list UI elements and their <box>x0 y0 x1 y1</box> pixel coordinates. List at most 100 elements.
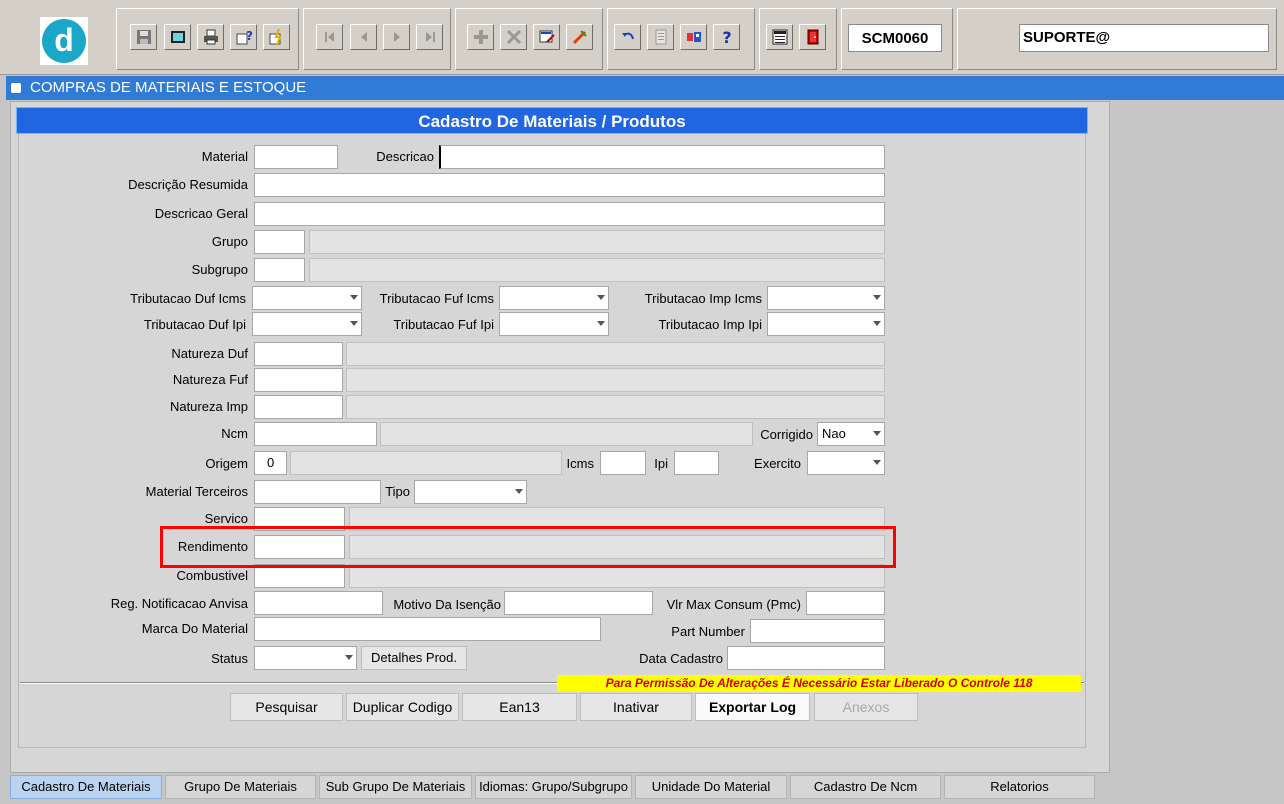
natureza-fuf-input[interactable] <box>254 368 343 392</box>
tipo-select[interactable] <box>414 480 527 504</box>
trib-imp-icms-select[interactable] <box>767 286 885 310</box>
delete-record-icon <box>506 29 521 45</box>
origem-input[interactable]: 0 <box>254 451 287 475</box>
exportar-log-button[interactable]: Exportar Log <box>695 693 810 721</box>
menu-button[interactable] <box>766 24 793 50</box>
trib-fuf-icms-select[interactable] <box>499 286 609 310</box>
trib-fuf-ipi-label: Tributacao Fuf Ipi <box>393 317 494 332</box>
anexos-button[interactable]: Anexos <box>814 693 918 721</box>
next-record-button[interactable] <box>383 24 410 50</box>
trib-imp-icms-label: Tributacao Imp Icms <box>644 291 762 306</box>
print-icon <box>203 29 218 45</box>
detalhes-prod-button[interactable]: Detalhes Prod. <box>361 646 467 670</box>
data-cadastro-label: Data Cadastro <box>639 651 723 666</box>
chevron-down-icon <box>515 489 523 494</box>
trib-fuf-icms-label: Tributacao Fuf Icms <box>379 291 494 306</box>
grupo-input[interactable] <box>254 230 305 254</box>
trib-duf-ipi-select[interactable] <box>252 312 362 336</box>
print-button[interactable] <box>197 24 224 50</box>
material-terceiros-input[interactable] <box>254 480 381 504</box>
descricao-geral-input[interactable] <box>254 202 885 226</box>
data-cadastro-input[interactable] <box>727 646 885 670</box>
execute-query-button[interactable] <box>263 24 290 50</box>
tab-sub-grupo-materiais[interactable]: Sub Grupo De Materiais <box>319 775 472 799</box>
corrigido-select[interactable]: Nao <box>817 422 885 446</box>
duplicar-codigo-button[interactable]: Duplicar Codigo <box>346 693 459 721</box>
list-values-button[interactable] <box>647 24 674 50</box>
trib-duf-icms-select[interactable] <box>252 286 362 310</box>
chevron-down-icon <box>873 295 881 300</box>
delete-record-button[interactable] <box>500 24 527 50</box>
clear-record-button[interactable] <box>566 24 593 50</box>
trib-fuf-ipi-select[interactable] <box>499 312 609 336</box>
undo-icon <box>621 32 634 40</box>
material-input[interactable] <box>254 145 338 169</box>
exit-button[interactable] <box>799 24 826 50</box>
corrigido-label: Corrigido <box>760 427 813 442</box>
motivo-isencao-input[interactable] <box>504 591 653 615</box>
ipi-label: Ipi <box>654 456 668 471</box>
ean13-button[interactable]: Ean13 <box>462 693 577 721</box>
marca-input[interactable] <box>254 617 601 641</box>
pesquisar-button[interactable]: Pesquisar <box>230 693 343 721</box>
grupo-description <box>309 230 885 254</box>
inativar-button[interactable]: Inativar <box>580 693 692 721</box>
subgrupo-description <box>309 258 885 282</box>
insert-record-button[interactable] <box>467 24 494 50</box>
keys-button[interactable] <box>680 24 707 50</box>
module-bar: COMPRAS DE MATERIAIS E ESTOQUE <box>6 76 1284 100</box>
natureza-fuf-label: Natureza Fuf <box>172 372 248 387</box>
exercito-label: Exercito <box>754 456 801 471</box>
material-label: Material <box>201 149 248 164</box>
window-restore-icon[interactable] <box>11 83 21 93</box>
natureza-fuf-description <box>346 368 885 392</box>
trib-duf-ipi-label: Tributacao Duf Ipi <box>143 317 246 332</box>
status-select[interactable] <box>254 646 357 670</box>
trib-duf-icms-label: Tributacao Duf Icms <box>130 291 246 306</box>
icms-label: Icms <box>566 456 594 471</box>
ncm-input[interactable] <box>254 422 377 446</box>
save-button[interactable] <box>130 24 157 50</box>
tab-cadastro-materiais[interactable]: Cadastro De Materiais <box>10 775 162 799</box>
chevron-down-icon <box>597 321 605 326</box>
natureza-imp-label: Natureza Imp <box>169 399 248 414</box>
icms-input[interactable] <box>600 451 646 475</box>
grupo-label: Grupo <box>211 234 248 249</box>
previous-record-button[interactable] <box>350 24 377 50</box>
part-number-input[interactable] <box>750 619 885 643</box>
tab-idiomas[interactable]: Idiomas: Grupo/Subgrupo <box>475 775 632 799</box>
ipi-input[interactable] <box>674 451 719 475</box>
first-record-button[interactable] <box>316 24 343 50</box>
marca-label: Marca Do Material <box>141 621 248 636</box>
subgrupo-label: Subgrupo <box>191 262 248 277</box>
exercito-select[interactable] <box>807 451 885 475</box>
chevron-down-icon <box>350 295 358 300</box>
vlr-max-input[interactable] <box>806 591 885 615</box>
query-button[interactable]: ? <box>230 24 257 50</box>
combustivel-label: Combustivel <box>176 568 248 583</box>
chevron-down-icon <box>597 295 605 300</box>
tab-relatorios[interactable]: Relatorios <box>944 775 1095 799</box>
user-field[interactable]: SUPORTE@ <box>1019 24 1269 52</box>
descricao-input[interactable] <box>439 145 885 169</box>
natureza-imp-input[interactable] <box>254 395 343 419</box>
tab-grupo-materiais[interactable]: Grupo De Materiais <box>165 775 316 799</box>
tab-unidade-material[interactable]: Unidade Do Material <box>635 775 787 799</box>
svg-text:d: d <box>54 22 74 58</box>
descricao-resumida-input[interactable] <box>254 173 885 197</box>
tab-cadastro-ncm[interactable]: Cadastro De Ncm <box>790 775 941 799</box>
window-button[interactable] <box>164 24 191 50</box>
help-button[interactable]: ? <box>713 24 740 50</box>
edit-record-button[interactable] <box>533 24 560 50</box>
part-number-label: Part Number <box>671 624 745 639</box>
previous-record-icon <box>360 32 367 42</box>
keys-icon <box>686 32 701 42</box>
undo-button[interactable] <box>614 24 641 50</box>
trib-imp-ipi-select[interactable] <box>767 312 885 336</box>
reg-anvisa-label: Reg. Notificacao Anvisa <box>110 596 248 611</box>
natureza-duf-input[interactable] <box>254 342 343 366</box>
execute-query-icon <box>269 28 281 46</box>
subgrupo-input[interactable] <box>254 258 305 282</box>
reg-anvisa-input[interactable] <box>254 591 383 615</box>
last-record-button[interactable] <box>416 24 443 50</box>
